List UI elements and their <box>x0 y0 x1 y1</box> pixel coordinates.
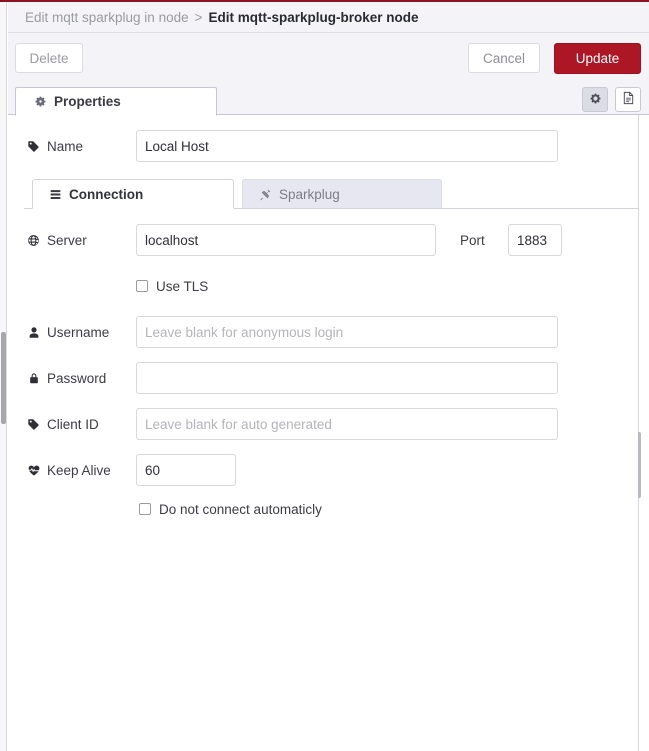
breadcrumb-current: Edit mqtt-sparkplug-broker node <box>208 9 419 25</box>
globe-icon <box>26 234 41 247</box>
field-row-server: Server Port <box>8 224 638 256</box>
field-row-client-id: Client ID <box>8 408 638 440</box>
breadcrumb: Edit mqtt sparkplug in node > Edit mqtt-… <box>8 2 649 33</box>
username-label-text: Username <box>47 324 110 340</box>
heartbeat-icon <box>26 464 41 477</box>
left-scrollbar-gutter[interactable] <box>0 2 7 751</box>
server-icon <box>49 188 62 201</box>
no-autoconnect-row[interactable]: Do not connect automaticly <box>139 498 322 520</box>
update-button[interactable]: Update <box>554 43 641 74</box>
field-row-password: Password <box>8 362 638 394</box>
keep-alive-label-text: Keep Alive <box>47 462 111 478</box>
password-input[interactable] <box>136 362 558 394</box>
port-input[interactable] <box>508 224 562 256</box>
tag-icon <box>26 418 41 431</box>
dialog-action-bar: Delete Cancel Update <box>8 33 649 84</box>
field-row-keep-alive: Keep Alive <box>8 454 638 486</box>
use-tls-label: Use TLS <box>156 278 209 294</box>
password-label-text: Password <box>47 370 107 386</box>
password-label: Password <box>26 362 106 394</box>
client-id-label: Client ID <box>26 408 99 440</box>
lock-icon <box>26 372 41 385</box>
port-label: Port <box>460 224 485 256</box>
connection-tab-strip: Connection Sparkplug <box>24 178 638 209</box>
tag-icon <box>26 140 41 153</box>
gear-icon <box>589 92 602 108</box>
field-row-name: Name <box>8 130 638 162</box>
port-label-text: Port <box>460 232 485 248</box>
keep-alive-label: Keep Alive <box>26 454 111 486</box>
delete-button[interactable]: Delete <box>15 43 83 73</box>
use-tls-row[interactable]: Use TLS <box>136 275 208 297</box>
tab-connection-label: Connection <box>69 186 144 202</box>
node-description-button[interactable] <box>615 87 641 112</box>
breadcrumb-separator: > <box>194 9 203 25</box>
no-autoconnect-checkbox[interactable] <box>139 503 151 515</box>
client-id-input[interactable] <box>136 408 558 440</box>
name-label-text: Name <box>47 138 84 154</box>
description-icon <box>622 91 635 108</box>
node-settings-button[interactable] <box>582 87 608 112</box>
use-tls-checkbox[interactable] <box>136 280 148 292</box>
server-label: Server <box>26 224 87 256</box>
plug-icon <box>259 188 272 201</box>
node-properties-form: Name Connection <box>8 116 638 751</box>
right-scrollbar-track[interactable] <box>638 110 639 751</box>
left-scrollbar-thumb[interactable] <box>1 332 6 424</box>
username-label: Username <box>26 316 109 348</box>
name-input[interactable] <box>136 130 558 162</box>
cancel-button[interactable]: Cancel <box>468 43 540 73</box>
client-id-label-text: Client ID <box>47 416 99 432</box>
tab-sparkplug[interactable]: Sparkplug <box>242 179 442 209</box>
edit-node-dialog: Edit mqtt sparkplug in node > Edit mqtt-… <box>0 0 649 751</box>
tab-sparkplug-label: Sparkplug <box>279 186 340 202</box>
tab-properties[interactable]: Properties <box>15 87 217 116</box>
user-icon <box>26 326 41 339</box>
field-row-username: Username <box>8 316 638 348</box>
gear-icon <box>34 95 47 108</box>
no-autoconnect-label: Do not connect automaticly <box>159 501 322 517</box>
keep-alive-input[interactable] <box>136 454 236 486</box>
server-label-text: Server <box>47 232 87 248</box>
tab-connection[interactable]: Connection <box>32 179 234 209</box>
name-label: Name <box>26 130 83 162</box>
panel-tab-strip: Properties <box>8 84 649 116</box>
breadcrumb-previous[interactable]: Edit mqtt sparkplug in node <box>25 10 189 25</box>
tab-properties-label: Properties <box>54 94 121 109</box>
server-input[interactable] <box>136 224 436 256</box>
username-input[interactable] <box>136 316 558 348</box>
